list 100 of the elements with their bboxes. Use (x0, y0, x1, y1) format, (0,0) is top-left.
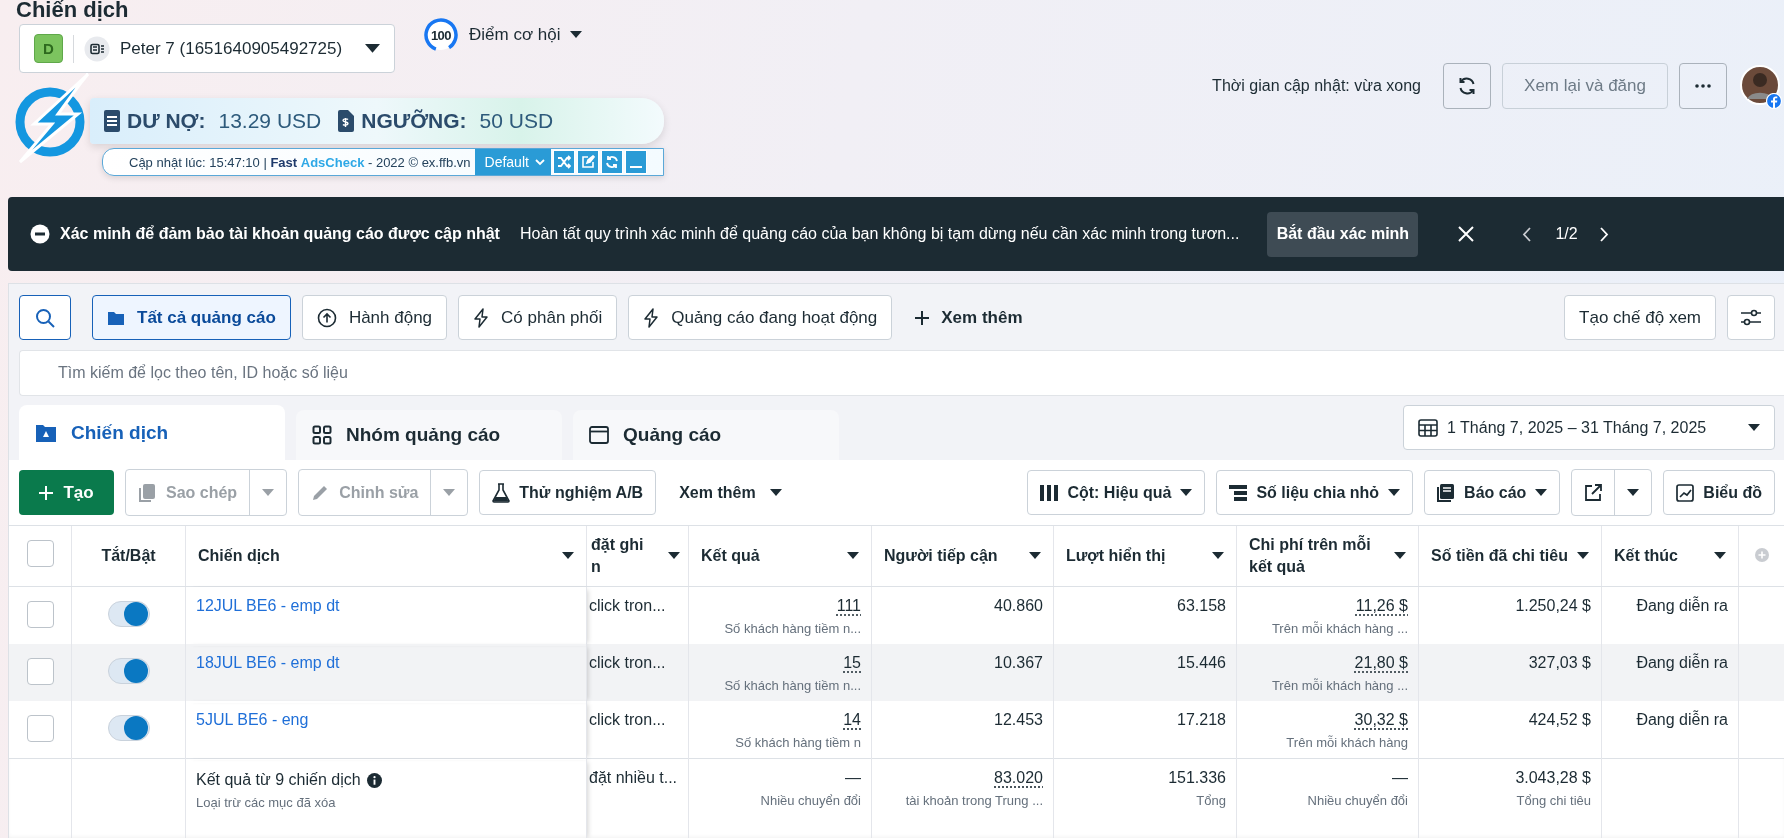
table-cell: 17.218 (1177, 711, 1226, 729)
more-filters-button[interactable]: Xem thêm (903, 295, 1035, 340)
invoice-icon (338, 110, 355, 132)
toggle-switch[interactable] (107, 601, 150, 627)
filter-button[interactable]: Tất cả quảng cáo (92, 295, 291, 340)
row-checkbox[interactable] (26, 715, 54, 742)
toggle-switch[interactable] (107, 715, 150, 741)
start-verification-button[interactable]: Bắt đầu xác minh (1267, 211, 1419, 257)
table-cell: 40.860 (994, 597, 1043, 615)
campaign-link[interactable]: 18JUL BE6 - emp dt (196, 654, 576, 672)
debt-label: DƯ NỢ: (127, 109, 206, 133)
column-header[interactable]: Tắt/Bật (72, 526, 186, 586)
select-all-checkbox[interactable] (26, 540, 54, 567)
settings-button[interactable] (1727, 295, 1775, 340)
column-header[interactable]: Kết quả (689, 526, 872, 586)
banner-message: Hoàn tất quy trình xác minh để quảng cáo của bạn không bị tạm dừng nếu cần xác minh trong tươn... (519, 225, 1240, 243)
shuffle-button[interactable] (552, 150, 575, 174)
table-cell: 111 (836, 597, 861, 615)
caret-icon (262, 488, 275, 497)
level-tab[interactable]: Nhóm quảng cáo (296, 410, 562, 460)
ab-test-button[interactable]: Thử nghiệm A/B (479, 470, 657, 515)
table-cell: Đang diễn ra (1636, 711, 1728, 729)
caret-icon (1212, 552, 1224, 560)
edit-icon (580, 155, 595, 169)
chevron-down-icon (534, 158, 545, 166)
table-cell-text: click tron... (589, 597, 667, 615)
table-cell: 63.158 (1177, 597, 1226, 615)
shuffle-icon (556, 155, 571, 169)
cell-caption: Tổng chi tiêu (1516, 793, 1591, 808)
column-header[interactable]: Kết thúc (1602, 526, 1739, 586)
column-header[interactable]: Người tiếp cận (872, 526, 1054, 586)
chart-button[interactable]: Biểu đồ (1663, 470, 1775, 515)
more-actions-button[interactable]: Xem thêm (667, 470, 794, 515)
campaign-link[interactable]: 12JUL BE6 - emp dt (196, 597, 576, 615)
campaign-link[interactable]: 5JUL BE6 - eng (196, 711, 576, 729)
table-cell: Đang diễn ra (1636, 654, 1728, 672)
info-icon[interactable] (366, 772, 382, 788)
refresh-icon (1457, 76, 1477, 96)
summary-title: Kết quả từ 9 chiến dịch (196, 771, 361, 789)
reports-dropdown[interactable]: Báo cáo (1424, 470, 1561, 515)
cell-caption: Số khách hàng tiềm n (735, 735, 861, 750)
toggle-switch[interactable] (107, 658, 150, 684)
breakdown-dropdown[interactable]: Số liệu chia nhỏ (1216, 470, 1414, 515)
line-chart-icon (1676, 483, 1695, 502)
folder-icon (107, 309, 125, 326)
table-cell: 424,52 $ (1528, 711, 1591, 729)
table-cell: — (1392, 769, 1408, 787)
column-header[interactable]: đặt ghi n (587, 526, 689, 586)
columns-icon (1040, 484, 1059, 501)
table-cell: 10.367 (994, 654, 1043, 672)
column-header[interactable]: Chiến dịch (186, 526, 587, 586)
report-book-icon (1437, 483, 1456, 502)
refresh-button[interactable] (1443, 63, 1491, 109)
table-cell: 83.020 (994, 769, 1043, 787)
opportunity-score-dropdown[interactable]: 100 Điểm cơ hội (423, 17, 583, 53)
column-header[interactable]: Chi phí trên mỗi kết quả (1237, 526, 1419, 586)
date-range-picker[interactable]: 1 Tháng 7, 2025 – 31 Tháng 7, 2025 (1403, 405, 1775, 450)
filter-button[interactable]: Quảng cáo đang hoạt động (628, 295, 893, 340)
column-header[interactable]: Lượt hiển thị (1054, 526, 1237, 586)
table-cell: 327,03 $ (1528, 654, 1591, 672)
banner-pager: 1/2 (1555, 225, 1578, 243)
create-button[interactable]: Tạo (19, 470, 114, 515)
cell-caption: Nhiều chuyển đổi (1307, 793, 1408, 808)
column-header[interactable]: Số tiền đã chi tiêu (1419, 526, 1602, 586)
cell-caption: Trên mỗi khách hàng ... (1271, 621, 1408, 636)
table-cell: 3.043,28 $ (1515, 769, 1591, 787)
more-icon (1695, 84, 1711, 88)
cell-caption: tài khoản trong Trung ... (905, 793, 1043, 808)
search-field[interactable]: Tìm kiếm để lọc theo tên, ID hoặc số liệu (19, 350, 1784, 396)
plus-icon (39, 485, 54, 500)
edit-button[interactable] (576, 150, 599, 174)
level-tab[interactable]: Chiến dịch (19, 405, 285, 460)
table-cell: 14 (843, 711, 861, 729)
extension-info-text: Cập nhật lúc: 15:47:10 | Fast AdsCheck - 2022 © ex.ffb.vn (129, 154, 471, 170)
filter-button[interactable]: Có phân phối (458, 295, 618, 340)
lightning-icon (643, 307, 660, 328)
caret-icon (1388, 488, 1401, 497)
calendar-icon (1418, 417, 1438, 438)
caret-icon (570, 31, 583, 39)
banner-title: Xác minh để đảm bảo tài khoản quảng cáo được cập nhật (60, 225, 500, 243)
caret-icon (1714, 552, 1726, 560)
account-selector[interactable]: D Peter 7 (1651640905492725) (19, 24, 395, 73)
cell-caption: Trên mỗi khách hàng ... (1271, 678, 1408, 693)
table-row[interactable]: 18JUL BE6 - emp dt click tron... 15 Số khách hàng tiềm n... 10.367 15.446 21,80 $ Trên mỗi khách hàng ... 327,03 $ Đang diễn ra (9, 644, 1784, 701)
columns-dropdown[interactable]: Cột: Hiệu quả (1027, 470, 1206, 515)
caret-icon (365, 43, 380, 54)
level-tab[interactable]: Quảng cáo (573, 410, 839, 460)
arrow-up-circle-icon (316, 307, 337, 328)
create-view-button[interactable]: Tạo chế độ xem (1564, 295, 1716, 340)
caret-icon (1394, 552, 1406, 560)
minimize-button[interactable] (624, 150, 647, 174)
export-split-button[interactable] (1571, 469, 1653, 516)
row-checkbox[interactable] (26, 658, 54, 685)
caret-icon (1180, 488, 1193, 497)
row-checkbox[interactable] (26, 601, 54, 628)
campaign-icon (35, 422, 57, 443)
window-icon (589, 425, 609, 445)
table-row[interactable]: 5JUL BE6 - eng click tron... 14 Số khách hàng tiềm n 12.453 17.218 30,32 $ Trên mỗi khách hàng 424,52 $ Đang diễn ra (9, 701, 1784, 758)
filter-button[interactable]: Hành động (301, 295, 448, 340)
search-button[interactable] (19, 295, 71, 340)
